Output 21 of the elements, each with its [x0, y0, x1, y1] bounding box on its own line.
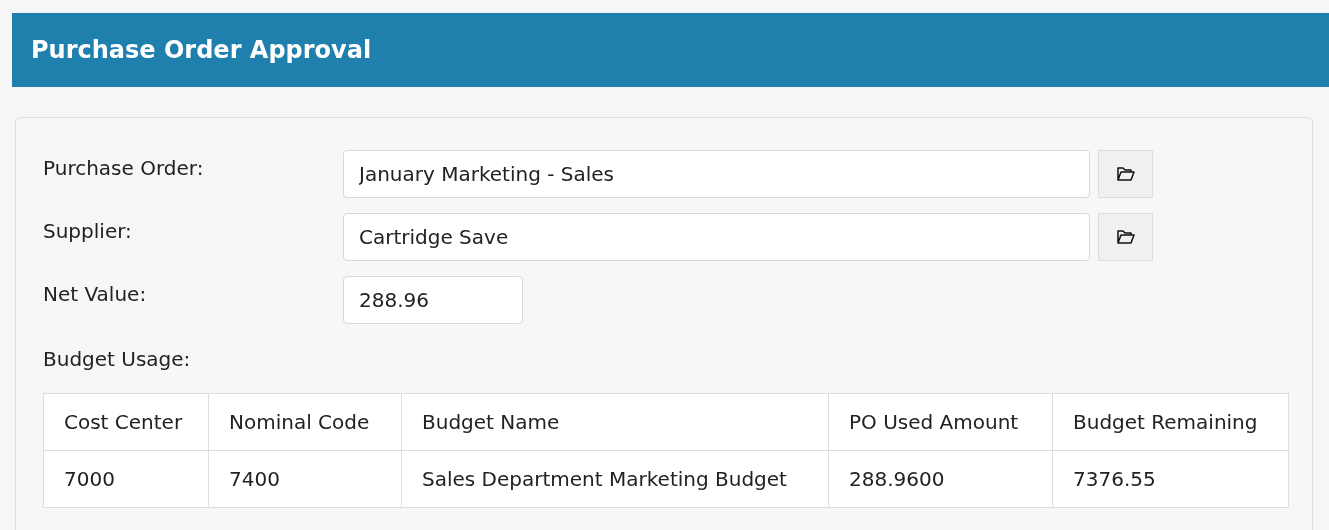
- table-cell: 7400: [208, 450, 402, 508]
- column-header: PO Used Amount: [828, 393, 1053, 451]
- page-title: Purchase Order Approval: [31, 36, 372, 64]
- column-header: Cost Center: [43, 393, 209, 451]
- browse-button[interactable]: [1098, 150, 1153, 198]
- column-header: Budget Name: [401, 393, 829, 451]
- browse-button[interactable]: [1098, 213, 1153, 261]
- input-field[interactable]: Cartridge Save: [343, 213, 1090, 261]
- table-cell: 288.9600: [828, 450, 1053, 508]
- column-header: Budget Remaining: [1052, 393, 1289, 451]
- section-label: Budget Usage:: [43, 347, 192, 371]
- field-label: Supplier:: [43, 218, 133, 243]
- folder-icon: [1115, 228, 1136, 246]
- field-label: Purchase Order:: [43, 155, 205, 180]
- table-cell: 7376.55: [1052, 450, 1289, 508]
- field-label: Net Value:: [43, 281, 148, 306]
- table-cell: Sales Department Marketing Budget: [401, 450, 829, 508]
- table-cell: 7000: [43, 450, 209, 508]
- column-header: Nominal Code: [208, 393, 402, 451]
- folder-icon: [1115, 165, 1136, 183]
- input-field[interactable]: 288.96: [343, 276, 523, 324]
